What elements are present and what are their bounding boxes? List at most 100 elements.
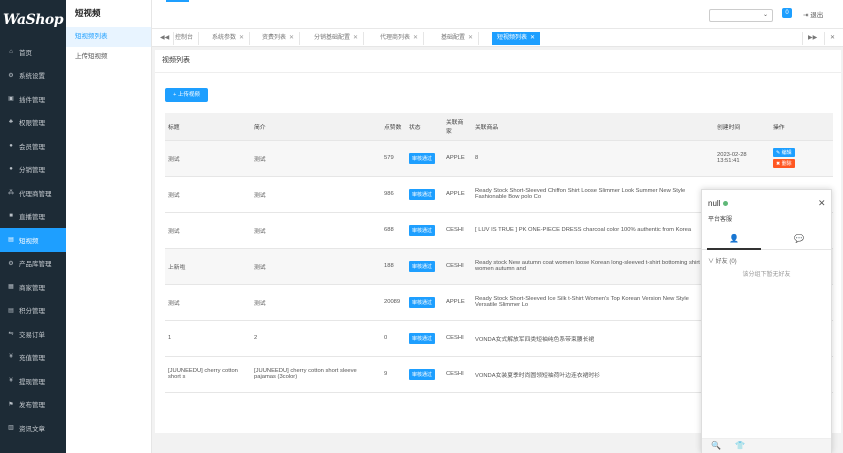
cell-status: 审核通过 (406, 176, 443, 213)
cell-merchant: APPLE (443, 284, 472, 321)
publish-icon: ⚑ (8, 401, 14, 408)
tab-close-icon[interactable]: ✕ (413, 35, 418, 41)
permission-icon: ♣ (9, 119, 13, 126)
cell-merchant: CESHI (443, 212, 472, 249)
cell-likes: 0 (381, 320, 406, 357)
tab-close-all-icon[interactable]: ✕ (824, 32, 840, 45)
cell-intro: 2 (251, 320, 381, 357)
sidebar-item-withdraw[interactable]: ¥ 提现管理 (0, 369, 66, 393)
agent-icon: ⁂ (8, 190, 14, 197)
tab-5[interactable]: 基础配置 ✕ (436, 32, 480, 45)
sidebar-item-label: 商家管理 (19, 284, 45, 292)
chevron-down-icon: ⌄ (762, 12, 768, 18)
contacts-tab-user-icon[interactable]: 👤 (702, 234, 766, 243)
table-header-row: 标题 简介 点赞数 状态 关联商家 关联商品 创建时间 操作 (165, 113, 833, 141)
sidebar-item-label: 充值管理 (19, 355, 45, 363)
distribution-icon: ● (9, 166, 13, 173)
video-icon: ▤ (8, 237, 14, 244)
sidebar-item-product[interactable]: ⚙ 产品库管理 (0, 252, 66, 276)
column-header: 标题 (165, 113, 251, 141)
tab-label: 代理商列表 (380, 35, 411, 41)
panel-divider (155, 72, 841, 73)
sidebar-item-live[interactable]: ■ 直播管理 (0, 205, 66, 229)
logout-button[interactable]: ⇥ 退出 (803, 9, 823, 19)
sidebar-item-label: 产品库管理 (19, 261, 52, 269)
cell-title: [JUUNEEDU] cherry cotton short s (165, 356, 251, 393)
sidebar-item-home[interactable]: ⌂ 首页 (0, 40, 66, 64)
tab-1[interactable]: 系统参数 ✕ (207, 32, 251, 45)
column-header: 点赞数 (381, 113, 406, 141)
sidebar-item-publish[interactable]: ⚑ 发布管理 (0, 393, 66, 417)
sidebar-item-shop[interactable]: ▦ 商家管理 (0, 275, 66, 299)
tab-close-icon[interactable]: ✕ (353, 35, 358, 41)
table-row: 测试 测试 579 审核通过 APPLE 8 2023-02-28 13:51:41 ✎ 编辑… (165, 140, 833, 177)
sidebar-item-gear[interactable]: ⚙ 系统设置 (0, 64, 66, 88)
product-icon: ⚙ (8, 260, 14, 267)
upload-video-button[interactable]: + 上传视频 (165, 88, 208, 102)
tab-4[interactable]: 代理商列表 ✕ (375, 32, 425, 45)
tab-6[interactable]: 短视频列表 ✕ (492, 32, 541, 45)
status-badge: 审核通过 (409, 152, 436, 164)
sidebar-item-trade[interactable]: ⇋ 交易订单 (0, 322, 66, 346)
edit-button[interactable]: ✎ 编辑 (773, 148, 795, 157)
sidebar-item-recharge[interactable]: ¥ 充值管理 (0, 346, 66, 370)
sidebar-item-label: 直播管理 (19, 214, 45, 222)
cell-title: 测试 (165, 212, 251, 249)
status-badge: 审核通过 (409, 188, 436, 200)
cell-status: 审核通过 (406, 320, 443, 357)
tab-bar: ◀◀ 控制台 系统参数 ✕ 资费列表 ✕ 分销基础配置 ✕ 代理商列表 ✕ 基础配置 ✕ 短视频列表 ✕… (152, 29, 843, 47)
sidebar-item-distribution[interactable]: ● 分销管理 (0, 158, 66, 182)
logout-icon: ⇥ (803, 12, 809, 19)
online-status-dot (723, 201, 729, 207)
sidebar-item-plugin[interactable]: ▣ 插件管理 (0, 87, 66, 111)
tab-0[interactable]: 控制台 (170, 32, 200, 45)
friend-group-toggle[interactable]: ∨ 好友 (0) (708, 256, 737, 265)
sidebar-item-label: 发布管理 (19, 402, 45, 410)
active-tab-indicator (707, 248, 761, 250)
tab-2[interactable]: 资费列表 ✕ (257, 32, 301, 45)
sub-item-upload-video[interactable]: 上传短视频 (66, 47, 151, 67)
sidebar-item-label: 权限管理 (19, 120, 45, 128)
cell-merchant: APPLE (443, 176, 472, 213)
cell-title: 测试 (165, 284, 251, 321)
sub-item-video-list[interactable]: 短视频列表 (66, 27, 151, 47)
cell-merchant: CESHI (443, 356, 472, 393)
tab-3[interactable]: 分销基础配置 ✕ (309, 32, 365, 45)
live-icon: ■ (9, 213, 13, 220)
search-icon[interactable]: 🔍 (711, 441, 721, 450)
sidebar-item-label: 系统设置 (19, 73, 45, 81)
sub-sidebar: 短视频 短视频列表 上传短视频 (66, 0, 152, 453)
empty-group-text: 该分组下暂无好友 (742, 272, 791, 278)
sidebar-item-permission[interactable]: ♣ 权限管理 (0, 111, 66, 135)
sidebar-item-member[interactable]: ● 会员管理 (0, 134, 66, 158)
top-select[interactable]: ⌄ (709, 9, 773, 22)
tab-close-icon[interactable]: ✕ (289, 35, 294, 41)
tab-close-icon[interactable]: ✕ (239, 35, 244, 41)
points-icon: ▤ (8, 307, 14, 314)
cell-merchant: CESHI (443, 248, 472, 285)
cell-product: VONDA女式解放军四类短袖纯色系带束腰长裙 (472, 320, 714, 357)
sidebar-item-video[interactable]: ▤ 短视频 (0, 228, 66, 252)
shirt-icon[interactable]: 👕 (735, 441, 745, 450)
sidebar-item-label: 交易订单 (19, 331, 45, 339)
tab-close-icon[interactable]: ✕ (530, 35, 535, 41)
cell-likes: 9 (381, 356, 406, 393)
sidebar-item-points[interactable]: ▤ 积分管理 (0, 299, 66, 323)
delete-button[interactable]: ✖ 删除 (773, 159, 795, 168)
sidebar-item-agent[interactable]: ⁂ 代理商管理 (0, 181, 66, 205)
cell-actions: ✎ 编辑 ✖ 删除 (770, 140, 833, 177)
tab-close-icon[interactable]: ✕ (468, 35, 473, 41)
sidebar-item-label: 会员管理 (19, 143, 45, 151)
notification-bell-icon[interactable]: 0 (782, 8, 792, 18)
status-badge: 审核通过 (409, 368, 436, 380)
conversation-tab-chat-icon[interactable]: 💬 (767, 234, 831, 243)
status-badge: 审核通过 (409, 332, 436, 344)
tab-scroll-right-icon[interactable]: ▶▶ (802, 32, 822, 45)
column-header: 操作 (770, 113, 833, 141)
cell-intro: 测试 (251, 284, 381, 321)
close-icon[interactable]: ✕ (818, 198, 826, 209)
sidebar-item-article[interactable]: ▥ 资讯文章 (0, 416, 66, 440)
cell-status: 审核通过 (406, 284, 443, 321)
gear-icon: ⚙ (8, 72, 14, 79)
chat-user: null (708, 199, 729, 208)
